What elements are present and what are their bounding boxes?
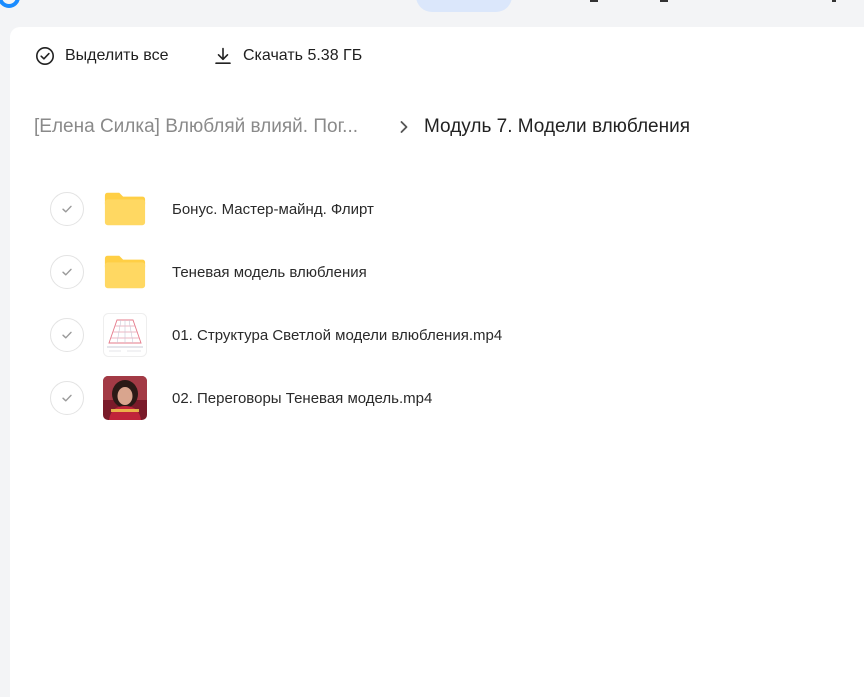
- download-label: Скачать 5.38 ГБ: [243, 47, 363, 64]
- top-nav-item[interactable]: [660, 0, 668, 2]
- select-all-button[interactable]: Выделить все: [35, 44, 168, 68]
- row-checkbox[interactable]: [50, 381, 84, 415]
- download-button[interactable]: Скачать 5.38 ГБ: [213, 44, 362, 68]
- row-checkbox[interactable]: [50, 255, 84, 289]
- video-thumbnail-portrait: [103, 376, 147, 420]
- top-app-bar: [0, 0, 864, 24]
- top-nav-active-pill[interactable]: [416, 0, 512, 12]
- check-icon: [62, 205, 72, 213]
- top-nav-item[interactable]: [590, 0, 598, 2]
- check-circle-icon: [36, 47, 54, 65]
- check-icon: [62, 268, 72, 276]
- row-checkbox[interactable]: [50, 318, 84, 352]
- top-nav-item[interactable]: [832, 0, 836, 2]
- app-logo-icon[interactable]: [0, 0, 20, 8]
- select-all-label: Выделить все: [65, 47, 169, 64]
- check-icon: [62, 394, 72, 402]
- breadcrumb-parent-link[interactable]: [Елена Силка] Влюбляй влияй. Пог...: [34, 116, 384, 138]
- file-name[interactable]: Теневая модель влюбления: [172, 264, 367, 281]
- folder-icon: [103, 187, 147, 231]
- download-icon: [215, 47, 231, 64]
- file-name[interactable]: Бонус. Мастер-майнд. Флирт: [172, 201, 374, 218]
- list-item[interactable]: 02. Переговоры Теневая модель.mp4: [40, 371, 840, 425]
- video-thumbnail-diagram: [103, 313, 147, 357]
- breadcrumb: [Елена Силка] Влюбляй влияй. Пог... Моду…: [34, 112, 690, 142]
- check-icon: [62, 331, 72, 339]
- chevron-right-icon: [398, 120, 410, 134]
- file-name[interactable]: 01. Структура Светлой модели влюбления.m…: [172, 327, 502, 344]
- list-item[interactable]: Бонус. Мастер-майнд. Флирт: [40, 182, 840, 236]
- list-item[interactable]: Теневая модель влюбления: [40, 245, 840, 299]
- list-item[interactable]: 01. Структура Светлой модели влюбления.m…: [40, 308, 840, 362]
- file-name[interactable]: 02. Переговоры Теневая модель.mp4: [172, 390, 432, 407]
- folder-icon: [103, 250, 147, 294]
- row-checkbox[interactable]: [50, 192, 84, 226]
- breadcrumb-current: Модуль 7. Модели влюбления: [424, 116, 691, 137]
